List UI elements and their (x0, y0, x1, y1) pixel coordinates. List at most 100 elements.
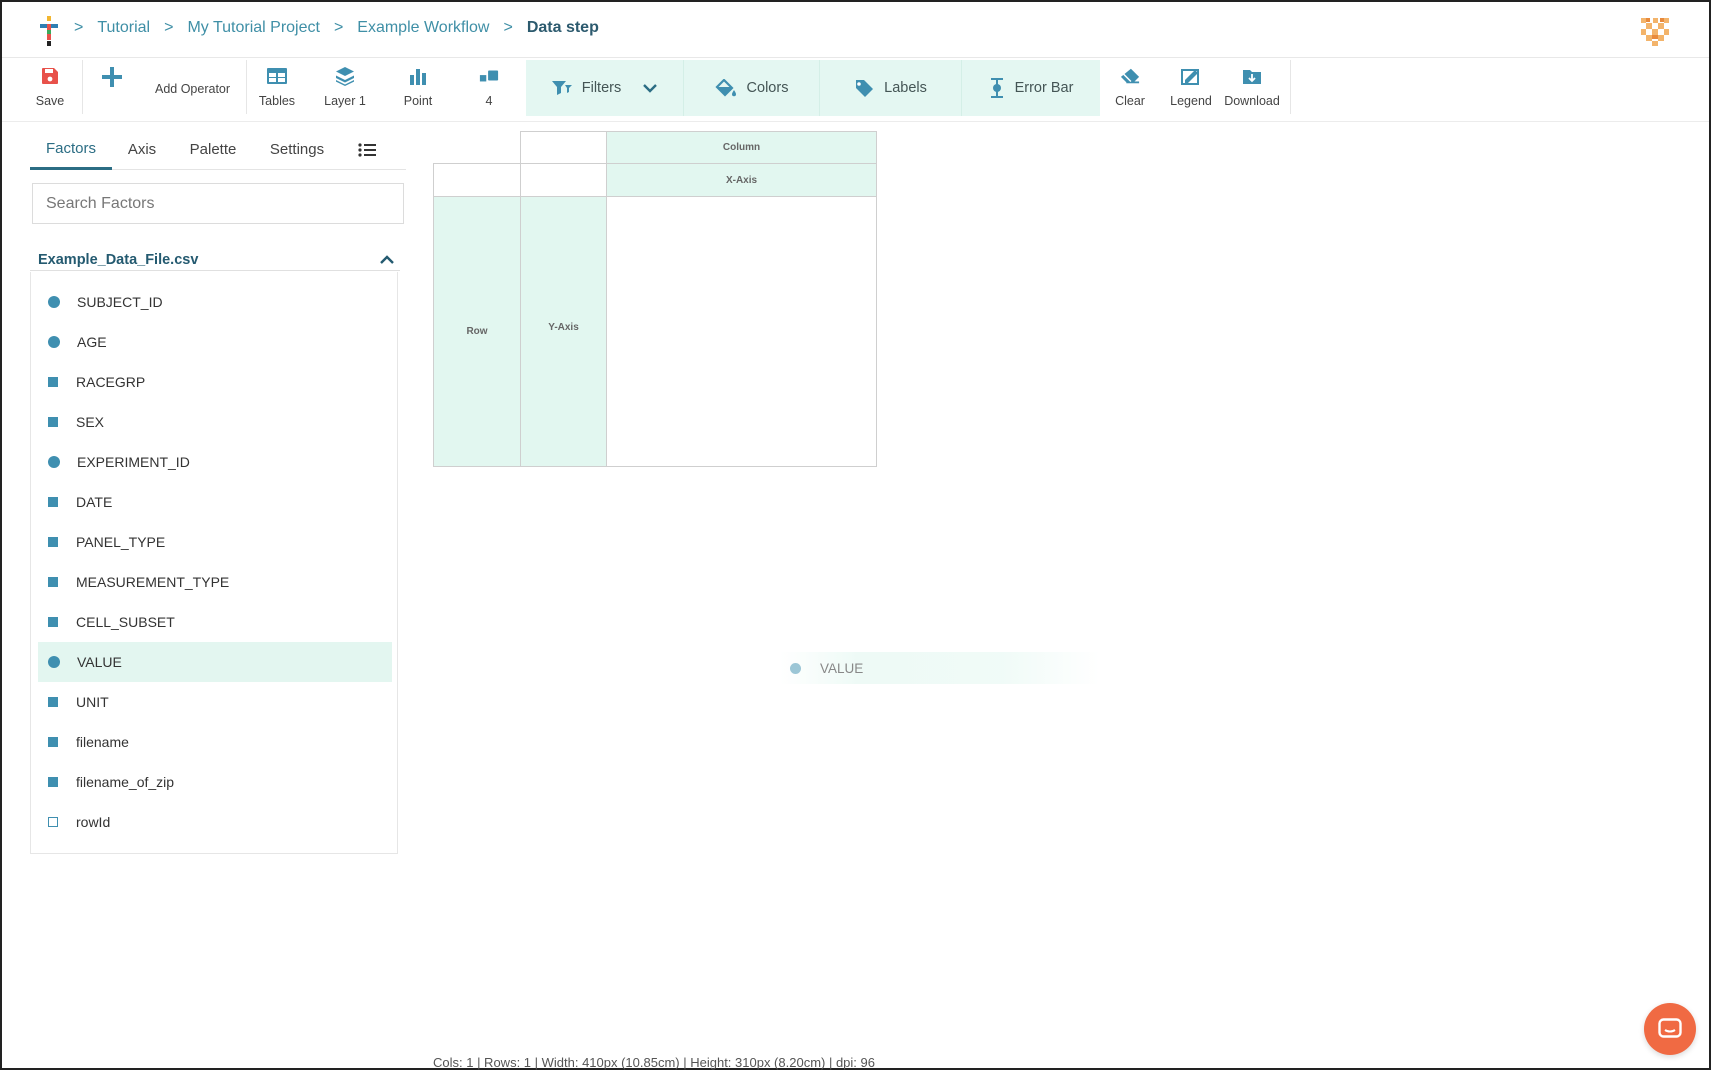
factor-item[interactable]: filename_of_zip (38, 762, 392, 802)
factor-item[interactable]: filename (38, 722, 392, 762)
factor-item[interactable]: RACEGRP (38, 362, 392, 402)
factor-list: SUBJECT_ID AGE RACEGRP SEX EXPERIMENT_ID… (30, 272, 398, 854)
error-bar-button[interactable]: Error Bar (962, 60, 1100, 116)
toolbar-divider (82, 60, 83, 114)
shapes-icon (479, 66, 499, 86)
factor-item[interactable]: DATE (38, 482, 392, 522)
legend-icon (1181, 66, 1201, 86)
layer-button[interactable]: Layer 1 (320, 58, 370, 114)
x-axis-drop-zone[interactable]: X-Axis (606, 163, 877, 197)
factor-item[interactable]: UNIT (38, 682, 392, 722)
filters-dropdown[interactable]: Filters (526, 60, 684, 116)
eraser-icon (1120, 66, 1140, 86)
factor-item[interactable]: PANEL_TYPE (38, 522, 392, 562)
user-avatar-icon[interactable] (1641, 18, 1669, 46)
point-button[interactable]: Point (396, 58, 440, 114)
breadcrumb-separator: > (503, 19, 513, 36)
numeric-factor-icon (48, 656, 60, 668)
file-name: Example_Data_File.csv (38, 252, 199, 268)
factor-item[interactable]: CELL_SUBSET (38, 602, 392, 642)
breadcrumb-separator: > (333, 19, 344, 36)
factor-item[interactable]: AGE (38, 322, 392, 362)
breadcrumb-separator: > (74, 19, 84, 36)
breadcrumb-project[interactable]: My Tutorial Project (187, 19, 319, 37)
tables-button[interactable]: Tables (254, 58, 300, 114)
add-operator-button[interactable]: Add Operator (94, 58, 244, 114)
layer-label: Layer 1 (324, 94, 366, 108)
dragged-factor-ghost: VALUE (780, 652, 1100, 684)
text-factor-icon (48, 617, 58, 627)
tab-factors[interactable]: Factors (30, 130, 112, 170)
divider (30, 270, 400, 271)
labels-button[interactable]: Labels (820, 60, 962, 116)
add-operator-label: Add Operator (155, 82, 231, 96)
numeric-factor-icon (48, 336, 60, 348)
factor-item[interactable]: EXPERIMENT_ID (38, 442, 392, 482)
column-drop-zone[interactable]: Column (606, 131, 877, 164)
header-bar: > Tutorial > My Tutorial Project > Examp… (2, 2, 1709, 58)
factor-label: DATE (76, 494, 113, 510)
text-factor-icon (48, 377, 58, 387)
text-factor-icon (48, 417, 58, 427)
tab-settings[interactable]: Settings (254, 130, 340, 170)
numeric-factor-icon (48, 296, 60, 308)
text-factor-icon (48, 777, 58, 787)
point-label: Point (403, 94, 433, 108)
text-factor-icon (48, 497, 58, 507)
row-drop-zone[interactable]: Row (433, 196, 521, 467)
download-button[interactable]: Download (1222, 58, 1282, 114)
download-icon (1242, 66, 1262, 86)
plus-icon (101, 66, 123, 88)
factor-label: filename_of_zip (76, 774, 175, 790)
column-label: Column (722, 142, 761, 153)
text-factor-icon (48, 577, 58, 587)
toolbar-divider (1290, 60, 1291, 114)
search-factors-input[interactable] (32, 183, 404, 224)
filter-icon (551, 80, 572, 96)
factor-label: UNIT (76, 694, 109, 710)
bar-chart-icon (408, 66, 428, 86)
chat-icon (1658, 1018, 1682, 1038)
colors-label: Colors (746, 80, 789, 96)
error-bar-label: Error Bar (1014, 80, 1074, 96)
index-factor-icon (48, 817, 58, 827)
status-bar: Cols: 1 | Rows: 1 | Width: 410px (10.85c… (433, 1055, 875, 1070)
factor-label: CELL_SUBSET (76, 614, 175, 630)
factor-item[interactable]: rowId (38, 802, 392, 842)
plot-area[interactable] (606, 196, 877, 467)
chat-button[interactable] (1644, 1003, 1696, 1055)
clear-button[interactable]: Clear (1112, 58, 1148, 114)
save-button[interactable]: Save (32, 58, 68, 114)
factor-label: AGE (77, 334, 107, 350)
legend-button[interactable]: Legend (1168, 58, 1214, 114)
tab-axis[interactable]: Axis (112, 130, 172, 170)
text-factor-icon (48, 697, 58, 707)
factor-label: EXPERIMENT_ID (77, 454, 190, 470)
tab-palette[interactable]: Palette (172, 130, 254, 170)
layer-count-button[interactable]: 4 (474, 58, 504, 114)
labels-label: Labels (884, 80, 927, 96)
save-icon (40, 66, 60, 86)
y-axis-drop-zone[interactable]: Y-Axis (520, 196, 607, 467)
file-group-header[interactable]: Example_Data_File.csv (38, 248, 394, 272)
tables-label: Tables (258, 94, 296, 108)
breadcrumb-workflow[interactable]: Example Workflow (357, 19, 489, 37)
row-label: Row (466, 326, 488, 337)
factor-item[interactable]: SEX (38, 402, 392, 442)
factor-item-selected[interactable]: VALUE (38, 642, 392, 682)
toolbar-divider (246, 60, 247, 114)
breadcrumb-tutorial[interactable]: Tutorial (97, 19, 150, 37)
toolbar: Save Add Operator Tables Layer 1 Point 4… (2, 58, 1709, 122)
grid-corner-cell (520, 131, 607, 164)
factor-item[interactable]: MEASUREMENT_TYPE (38, 562, 392, 602)
factor-item[interactable]: SUBJECT_ID (38, 282, 392, 322)
clear-label: Clear (1115, 94, 1145, 108)
colors-button[interactable]: Colors (684, 60, 820, 116)
list-menu-icon[interactable] (340, 130, 394, 170)
factor-label: MEASUREMENT_TYPE (76, 574, 230, 590)
chevron-up-icon[interactable] (380, 255, 394, 265)
text-factor-icon (48, 537, 58, 547)
x-axis-label: X-Axis (725, 174, 758, 186)
breadcrumb-current-step: Data step (526, 19, 599, 36)
app-logo-icon[interactable] (40, 16, 58, 46)
